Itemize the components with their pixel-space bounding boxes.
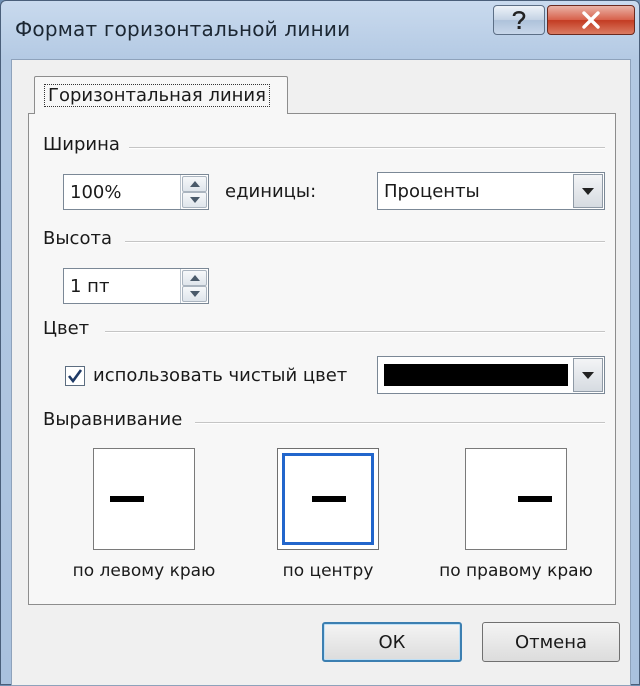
units-dropdown-button[interactable] xyxy=(573,174,603,208)
solid-color-checkbox[interactable] xyxy=(65,366,85,386)
section-divider xyxy=(195,422,605,424)
chevron-down-icon xyxy=(582,371,594,379)
tab-panel: Ширина 100% единицы: Проценты Высота 1 п… xyxy=(28,113,616,605)
title-bar[interactable]: Формат горизонтальной линии xyxy=(1,1,640,59)
arrow-down-icon xyxy=(189,291,200,297)
width-increment-button[interactable] xyxy=(182,176,207,192)
chevron-down-icon xyxy=(582,187,594,195)
width-decrement-button[interactable] xyxy=(182,192,207,208)
align-center-label: по центру xyxy=(282,561,374,581)
cancel-button[interactable]: Отмена xyxy=(482,622,620,662)
dialog-body: Горизонтальная линия Ширина 100% единицы… xyxy=(11,59,631,686)
line-preview-left xyxy=(110,496,144,502)
units-value: Проценты xyxy=(384,181,480,202)
color-dropdown-button[interactable] xyxy=(573,358,603,392)
line-preview-center xyxy=(312,496,346,502)
arrow-down-icon xyxy=(189,197,200,203)
units-label: единицы: xyxy=(225,181,317,202)
width-spinner[interactable]: 100% xyxy=(63,174,209,210)
width-value: 100% xyxy=(70,182,122,203)
ok-button[interactable]: ОК xyxy=(322,622,462,662)
color-section-label: Цвет xyxy=(43,318,96,339)
checkmark-icon xyxy=(67,369,83,384)
height-spin-buttons xyxy=(180,269,208,303)
align-left-option[interactable] xyxy=(93,448,195,550)
question-mark-icon xyxy=(512,10,526,30)
height-decrement-button[interactable] xyxy=(182,286,207,302)
section-divider xyxy=(105,331,605,333)
dialog-window: Формат горизонтальной линии Горизонтальн… xyxy=(0,0,640,686)
height-value: 1 пт xyxy=(70,276,110,297)
tab-label: Горизонтальная линия xyxy=(44,84,270,107)
arrow-up-icon xyxy=(189,181,200,187)
height-increment-button[interactable] xyxy=(182,270,207,286)
tab-horizontal-line[interactable]: Горизонтальная линия xyxy=(34,76,288,114)
color-swatch xyxy=(384,364,568,386)
units-dropdown[interactable]: Проценты xyxy=(377,172,605,210)
width-spin-buttons xyxy=(180,175,208,209)
width-section-label: Ширина xyxy=(43,134,126,155)
solid-color-label[interactable]: использовать чистый цвет xyxy=(93,365,347,386)
line-preview-right xyxy=(518,496,552,502)
align-right-label: по правому краю xyxy=(439,561,593,581)
close-x-icon xyxy=(581,11,601,29)
help-button[interactable] xyxy=(493,5,545,35)
color-dropdown[interactable] xyxy=(377,356,605,394)
close-button[interactable] xyxy=(547,5,635,35)
arrow-up-icon xyxy=(189,275,200,281)
align-center-option[interactable] xyxy=(277,448,379,550)
dialog-title: Формат горизонтальной линии xyxy=(15,17,351,41)
align-left-label: по левому краю xyxy=(72,561,216,581)
align-right-option[interactable] xyxy=(465,448,567,550)
height-section-label: Высота xyxy=(43,228,118,249)
alignment-section-label: Выравнивание xyxy=(43,409,189,430)
section-divider xyxy=(129,147,605,149)
height-spinner[interactable]: 1 пт xyxy=(63,268,209,304)
section-divider xyxy=(125,241,605,243)
